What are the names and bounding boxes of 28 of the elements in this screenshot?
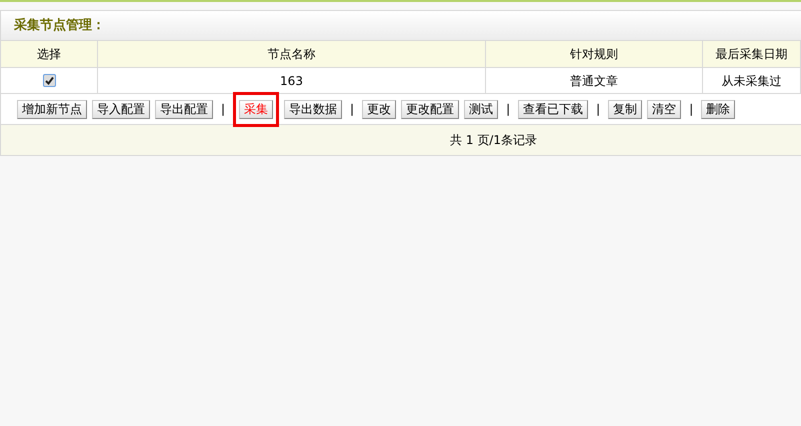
column-header: 节点名称 bbox=[268, 46, 316, 63]
separator: | bbox=[595, 101, 602, 118]
table-cell-text: 163 bbox=[280, 72, 303, 90]
toolbar-button[interactable]: 增加新节点 bbox=[17, 100, 87, 118]
row-checkbox[interactable] bbox=[42, 74, 56, 87]
pagination-text: 共 1 页/1条记录 bbox=[450, 132, 537, 149]
toolbar-button[interactable]: 测试 bbox=[464, 100, 498, 118]
toolbar-button[interactable]: 删除 bbox=[701, 100, 736, 118]
table-cell-text: 普通文章 bbox=[570, 72, 618, 90]
toolbar-button[interactable]: 导出数据 bbox=[284, 100, 342, 118]
column-header: 针对规则 bbox=[570, 46, 618, 63]
toolbar-button[interactable]: 更改 bbox=[362, 100, 396, 118]
separator: | bbox=[220, 101, 226, 118]
toolbar-button[interactable]: 查看已下载 bbox=[518, 100, 588, 118]
toolbar-button[interactable]: 复制 bbox=[608, 100, 642, 118]
toolbar-button[interactable]: 导出配置 bbox=[155, 100, 213, 118]
panel-title: 采集节点管理： bbox=[14, 16, 105, 35]
toolbar-button[interactable]: 清空 bbox=[647, 100, 682, 118]
table-cell-text: 从未采集过 bbox=[722, 72, 782, 90]
toolbar-button[interactable]: 采集 bbox=[239, 100, 274, 118]
check-icon bbox=[44, 76, 54, 85]
column-header: 选择 bbox=[37, 46, 61, 63]
separator: | bbox=[688, 101, 694, 118]
toolbar-button[interactable]: 更改配置 bbox=[401, 100, 460, 118]
column-header: 最后采集日期 bbox=[716, 46, 788, 63]
separator: | bbox=[505, 101, 512, 118]
toolbar-button[interactable]: 导入配置 bbox=[92, 100, 150, 118]
separator: | bbox=[349, 101, 356, 118]
